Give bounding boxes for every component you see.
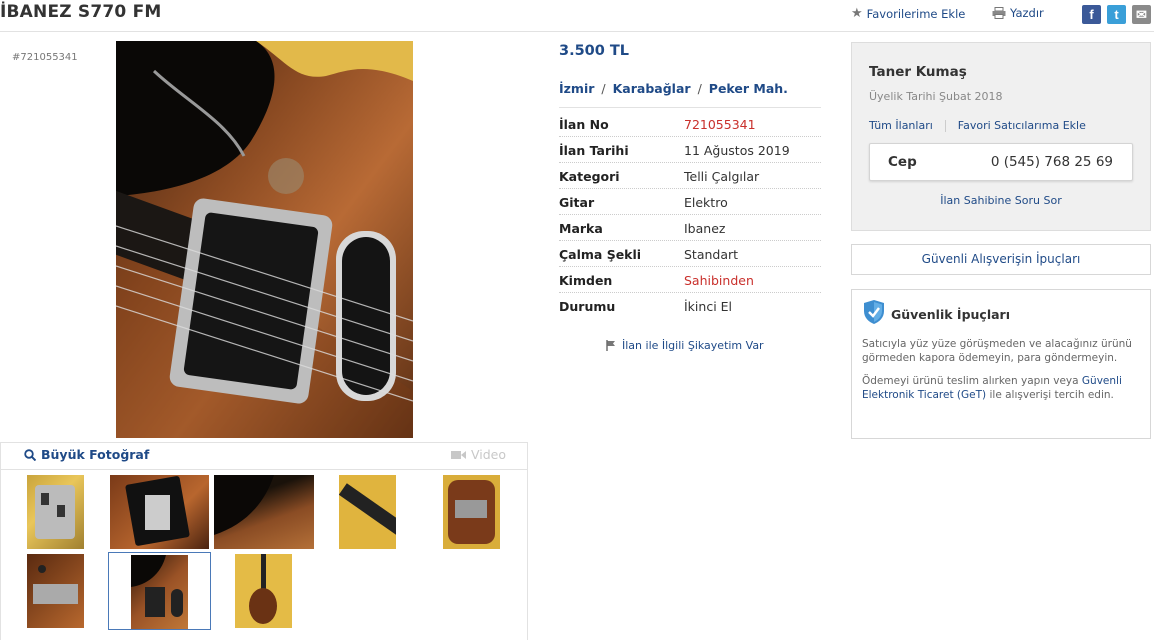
listing-title: İBANEZ S770 FM [0, 2, 162, 22]
security-tips-title: Güvenlik İpuçları [891, 307, 1010, 322]
detail-key: Marka [559, 221, 603, 236]
video-label: Video [471, 447, 507, 462]
all-ads-link[interactable]: Tüm İlanları [869, 119, 933, 132]
add-to-favorites-label: Favorilerime Ekle [866, 6, 966, 21]
detail-value: 11 Ağustos 2019 [684, 143, 790, 158]
security-tip-text-pre: Ödemeyi ürünü teslim alırken yapın veya [862, 375, 1079, 387]
safe-shopping-tips-button[interactable]: Güvenli Alışverişin İpuçları [851, 244, 1151, 275]
detail-value: 721055341 [684, 117, 756, 132]
detail-key: Çalma Şekli [559, 247, 642, 262]
gallery-thumbnail[interactable] [27, 554, 84, 628]
detail-key: Gitar [559, 195, 595, 210]
detail-value: İkinci El [684, 299, 733, 314]
phone-box[interactable]: Cep 0 (545) 768 25 69 [869, 143, 1133, 181]
print-link[interactable]: Yazdır [992, 6, 1044, 20]
link-divider [944, 119, 946, 132]
gallery-thumbnail[interactable] [339, 475, 396, 549]
gallery-thumbnail[interactable] [443, 475, 500, 549]
detail-value: Ibanez [684, 221, 726, 236]
twitter-share-icon[interactable]: t [1107, 5, 1126, 24]
detail-row: Marka Ibanez [559, 215, 821, 241]
location-separator: / [601, 81, 606, 96]
printer-icon [992, 7, 1006, 19]
security-tip-text-post: ile alışverişi tercih edin. [989, 389, 1114, 401]
add-to-favorites-link[interactable]: ★ Favorilerime Ekle [851, 6, 965, 21]
detail-key: İlan No [559, 117, 609, 132]
seller-name: Taner Kumaş [869, 64, 967, 80]
detail-row: Gitar Elektro [559, 189, 821, 215]
detail-value: Telli Çalgılar [684, 169, 760, 184]
detail-row: Durumu İkinci El [559, 293, 821, 319]
location-separator: / [697, 81, 702, 96]
price: 3.500 TL [559, 43, 630, 59]
report-listing-label: İlan ile İlgili Şikayetim Var [622, 339, 764, 352]
location-neighborhood-link[interactable]: Peker Mah. [709, 81, 788, 96]
detail-key: Kategori [559, 169, 620, 184]
magnifier-icon [24, 448, 36, 461]
location-breadcrumb: İzmir / Karabağlar / Peker Mah. [559, 81, 788, 96]
detail-row: Kategori Telli Çalgılar [559, 163, 821, 189]
seller-links: Tüm İlanları Favori Satıcılarıma Ekle [869, 119, 1086, 132]
detail-row: Kimden Sahibinden [559, 267, 821, 293]
star-icon: ★ [851, 6, 863, 21]
security-tip-text-2: Ödemeyi ürünü teslim alırken yapın veya … [862, 374, 1142, 402]
detail-key: Durumu [559, 299, 616, 314]
location-district-link[interactable]: Karabağlar [613, 81, 691, 96]
detail-row: Çalma Şekli Standart [559, 241, 821, 267]
print-label: Yazdır [1010, 6, 1044, 20]
main-photo[interactable] [116, 41, 413, 438]
gallery-thumbnail-selected[interactable] [108, 552, 211, 630]
video-camera-icon [451, 450, 466, 459]
detail-value: Elektro [684, 195, 728, 210]
mail-share-icon[interactable]: ✉ [1132, 5, 1151, 24]
detail-value: Sahibinden [684, 273, 754, 288]
gallery-thumbnail[interactable] [110, 475, 209, 549]
shield-icon [864, 300, 884, 324]
header-divider [0, 31, 1154, 32]
gallery-thumbnail[interactable] [235, 554, 292, 628]
video-button[interactable]: Video [451, 447, 506, 462]
detail-row: İlan Tarihi 11 Ağustos 2019 [559, 137, 821, 163]
ask-seller-link[interactable]: İlan Sahibine Soru Sor [851, 194, 1151, 207]
ad-number: #721055341 [12, 52, 78, 63]
phone-number: 0 (545) 768 25 69 [990, 154, 1113, 170]
gallery-thumbnail[interactable] [214, 475, 314, 549]
big-photo-button[interactable]: Büyük Fotoğraf [24, 447, 149, 462]
gallery-thumbnail[interactable] [27, 475, 84, 549]
security-tip-text: Satıcıyla yüz yüze görüşmeden ve alacağı… [862, 338, 1132, 364]
favorite-seller-link[interactable]: Favori Satıcılarıma Ekle [958, 119, 1086, 132]
flag-icon [606, 340, 615, 351]
detail-row: İlan No 721055341 [559, 111, 821, 137]
member-since: Üyelik Tarihi Şubat 2018 [869, 90, 1003, 103]
location-city-link[interactable]: İzmir [559, 81, 594, 96]
report-listing-link[interactable]: İlan ile İlgili Şikayetim Var [606, 339, 764, 352]
location-divider [559, 107, 821, 108]
phone-label: Cep [888, 154, 917, 170]
detail-key: Kimden [559, 273, 613, 288]
big-photo-label: Büyük Fotoğraf [41, 447, 150, 462]
detail-key: İlan Tarihi [559, 143, 629, 158]
detail-value: Standart [684, 247, 739, 262]
facebook-share-icon[interactable]: f [1082, 5, 1101, 24]
